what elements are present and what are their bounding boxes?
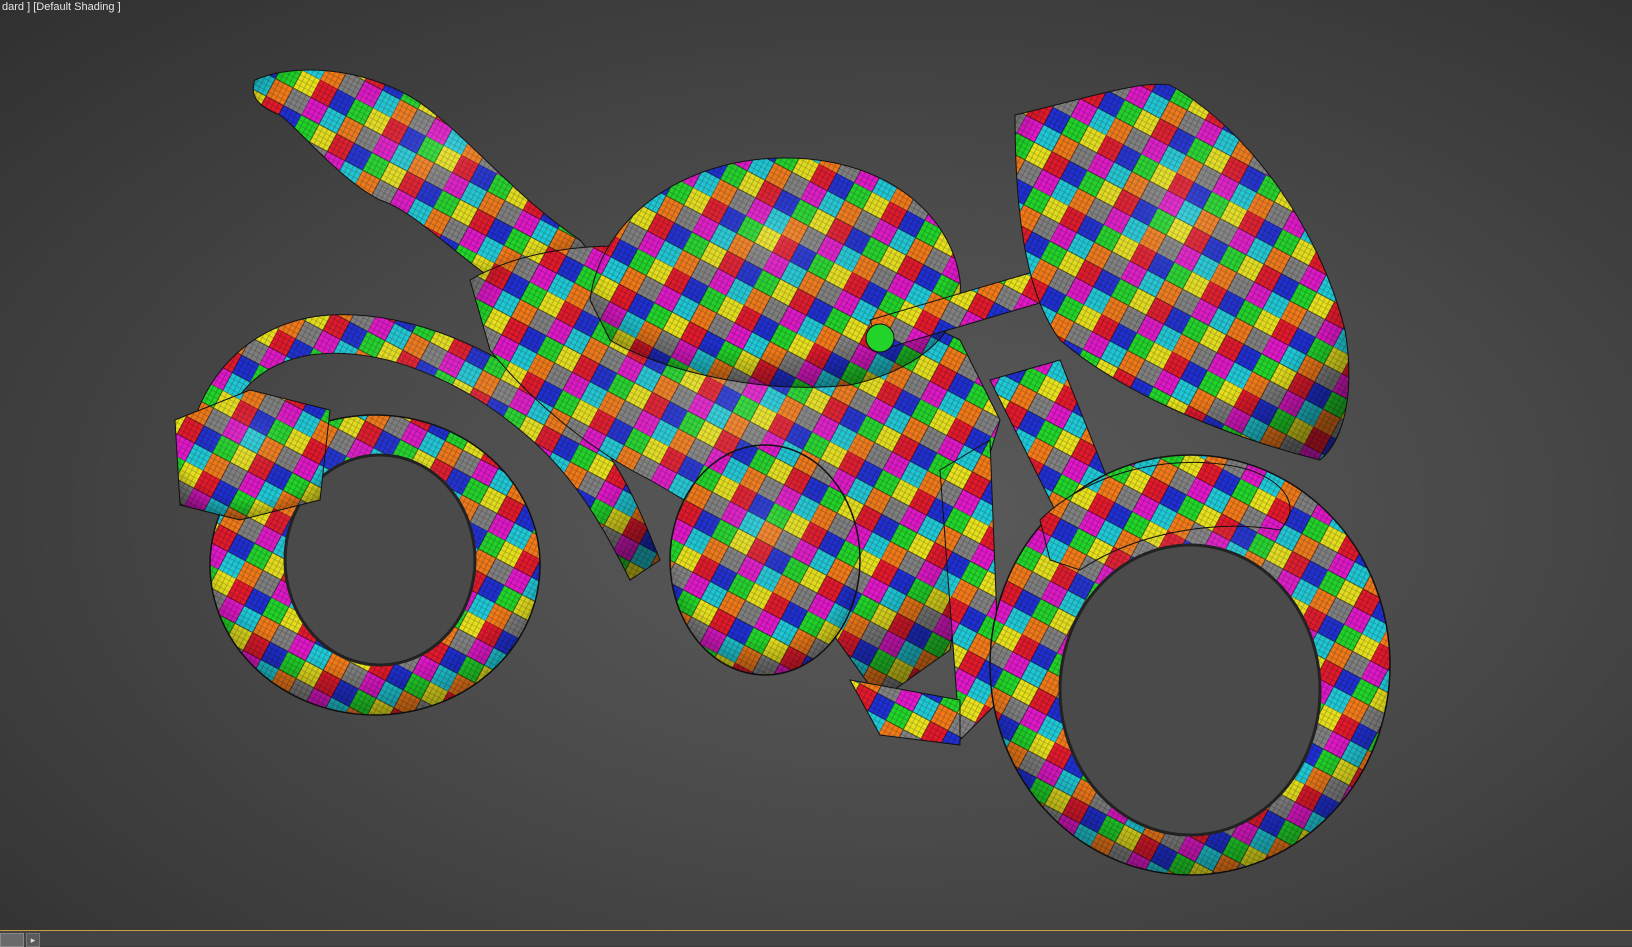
display-mode-menu[interactable]: [Default Shading ] xyxy=(33,1,120,13)
fuel-tank xyxy=(589,157,961,388)
3d-viewport[interactable]: dard ] [Default Shading ] xyxy=(0,0,1632,930)
timeline-bar[interactable]: ▸ xyxy=(0,930,1632,947)
viewport-label: dard ] [Default Shading ] xyxy=(0,0,123,14)
shading-mode-menu[interactable]: dard ] xyxy=(2,1,30,13)
engine-sphere xyxy=(669,444,861,676)
motorcycle-model-render[interactable] xyxy=(0,0,1632,930)
